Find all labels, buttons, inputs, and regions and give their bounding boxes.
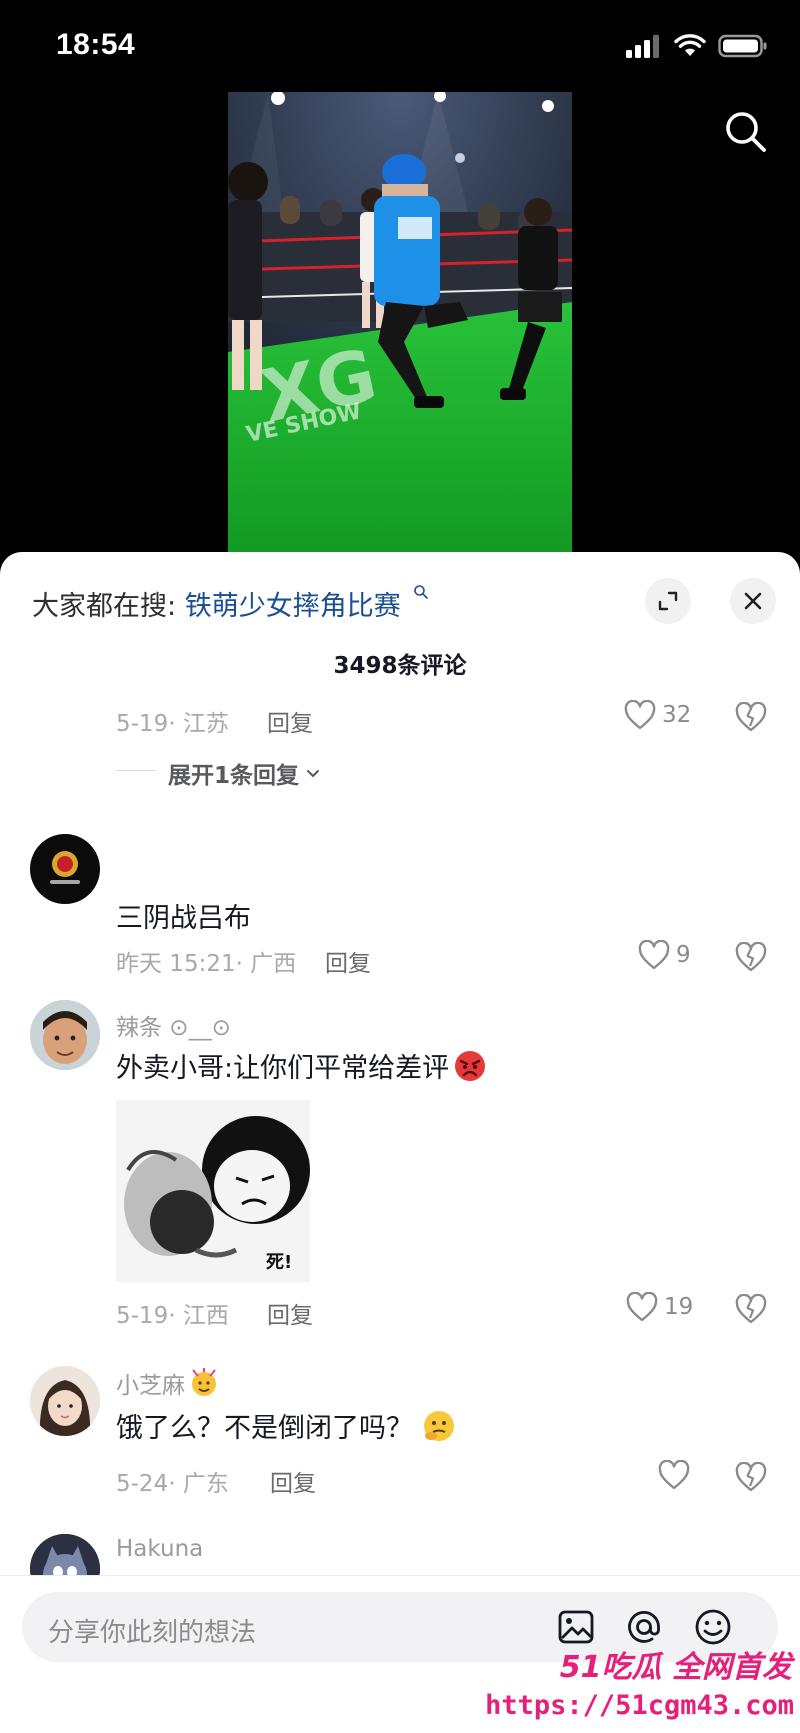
avatar[interactable]: [30, 1366, 100, 1436]
comment-text: 三阴战吕布: [116, 903, 251, 934]
like-button[interactable]: [658, 1460, 696, 1490]
close-button[interactable]: [730, 578, 776, 624]
signal-icon: [626, 35, 659, 58]
broken-heart-icon: [735, 941, 767, 972]
child-avatar-image: [30, 1000, 100, 1070]
comment-text: 外卖小哥:让你们平常给差评: [116, 1053, 450, 1084]
status-time: 18:54: [56, 28, 136, 61]
dislike-button[interactable]: [735, 701, 767, 734]
comment-text: 饿了么？不是倒闭了吗？: [116, 1413, 413, 1444]
angry-emoji-icon: [455, 1050, 486, 1081]
wifi-icon: [674, 34, 706, 56]
broken-heart-icon: [735, 1293, 767, 1324]
broken-heart-icon: [735, 701, 767, 732]
dislike-button[interactable]: [735, 941, 767, 974]
like-count: 32: [662, 702, 692, 728]
comment-meta: 5-24· 广东: [116, 1471, 229, 1497]
party-emoji-icon: [192, 1368, 216, 1396]
comment-sheet: 大家都在搜: 铁萌少女摔角比赛 3498条评论 5-19· 江苏 回复 32 展…: [0, 552, 800, 1733]
expand-replies-label: 展开1条回复: [168, 763, 300, 789]
heart-icon: [624, 700, 656, 730]
watermark: 51吃瓜 全网首发 https://51cgm43.com: [485, 1638, 800, 1733]
avatar[interactable]: [30, 834, 100, 904]
broken-heart-icon: [735, 1461, 767, 1492]
comment-text-row: 饿了么？不是倒闭了吗？: [116, 1406, 457, 1445]
battery-icon: [718, 34, 767, 58]
reply-button[interactable]: 回复: [267, 1296, 313, 1330]
comment-sticker-image[interactable]: 死!: [116, 1100, 310, 1282]
comment-meta: 昨天 15:21· 广西: [116, 951, 297, 977]
meme-sticker-art: 死!: [116, 1100, 310, 1282]
emblem-avatar-image: [50, 851, 80, 884]
girl-avatar-image: [30, 1366, 100, 1436]
dislike-button[interactable]: [735, 1461, 767, 1494]
chevron-down-icon: [307, 770, 320, 777]
reply-button[interactable]: 回复: [325, 944, 371, 978]
close-icon: [744, 592, 762, 610]
comment-input-placeholder: 分享你此刻的想法: [48, 1618, 257, 1648]
expand-divider: [116, 770, 156, 771]
heart-icon: [638, 940, 670, 970]
like-count: 9: [676, 942, 691, 968]
video-player[interactable]: XG VE SHOW: [228, 92, 572, 552]
trending-label: 大家都在搜:: [32, 591, 177, 622]
expand-replies-button[interactable]: 展开1条回复: [168, 756, 321, 790]
trending-search[interactable]: 大家都在搜: 铁萌少女摔角比赛: [32, 584, 429, 623]
comment-count: 3498条评论: [333, 653, 467, 679]
search-icon: [726, 112, 766, 152]
heart-icon: [626, 1292, 658, 1322]
video-frame: XG VE SHOW: [228, 92, 572, 552]
thinking-emoji-icon: [424, 1410, 454, 1441]
heart-icon: [658, 1460, 690, 1490]
reply-button[interactable]: 回复: [270, 1464, 316, 1498]
like-button[interactable]: 32: [624, 700, 691, 730]
watermark-url: https://51cgm43.com: [485, 1690, 794, 1721]
status-bar: 18:54: [0, 0, 800, 90]
keyword-search-icon: [414, 585, 429, 599]
comment-meta: 5-19· 江苏: [116, 711, 229, 737]
like-button[interactable]: 19: [626, 1292, 693, 1322]
like-count: 19: [664, 1294, 694, 1320]
status-icons: [626, 34, 768, 58]
dislike-button[interactable]: [735, 1293, 767, 1326]
expand-icon: [658, 591, 678, 611]
comment-meta: 5-19· 江西: [116, 1303, 229, 1329]
trending-keyword[interactable]: 铁萌少女摔角比赛: [185, 591, 401, 622]
comment-text-row: 外卖小哥:让你们平常给差评: [116, 1046, 487, 1085]
comment-username[interactable]: 小芝麻: [116, 1366, 185, 1400]
avatar[interactable]: [30, 1000, 100, 1070]
like-button[interactable]: 9: [638, 940, 691, 970]
reply-button[interactable]: 回复: [267, 704, 313, 738]
expand-button[interactable]: [645, 578, 691, 624]
sticker-caption: 死!: [266, 1252, 292, 1273]
search-button[interactable]: [722, 108, 770, 156]
comment-username[interactable]: Hakuna: [116, 1536, 203, 1562]
watermark-logo: 51吃瓜 全网首发: [559, 1650, 792, 1685]
comment-username-row: 小芝麻: [116, 1366, 219, 1400]
comment-username[interactable]: 辣条 ⊙__⊙: [116, 1008, 231, 1042]
